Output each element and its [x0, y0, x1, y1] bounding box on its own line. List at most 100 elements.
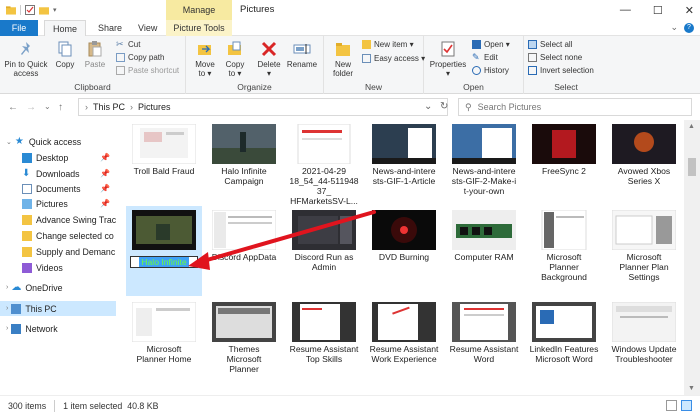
- file-tile[interactable]: Windows Update Troubleshooter: [606, 298, 682, 388]
- search-box[interactable]: ⚲ Search Pictures: [458, 98, 692, 116]
- copy-to-button[interactable]: Copy to ▾: [222, 40, 248, 78]
- expand-chevron-icon[interactable]: ⌄: [6, 138, 12, 146]
- file-tile[interactable]: News-and-intere sts-GIF-2-Make-i t-your-…: [446, 120, 522, 210]
- file-tile[interactable]: Resume Assistant Work Experience: [366, 298, 442, 388]
- thumbnail-image: [372, 124, 436, 164]
- file-tile[interactable]: Resume Assistant Word: [446, 298, 522, 388]
- scroll-up-icon[interactable]: ▲: [688, 123, 695, 130]
- breadcrumb-this-pc[interactable]: This PC: [93, 102, 125, 112]
- select-none-icon: [528, 53, 537, 62]
- delete-button[interactable]: Delete ▾: [256, 40, 282, 78]
- invert-selection-button[interactable]: Invert selection: [528, 66, 594, 75]
- file-tile[interactable]: Discord Run as Admin: [286, 206, 362, 296]
- edit-button[interactable]: ✎ Edit: [472, 53, 498, 63]
- file-tile[interactable]: News-and-intere sts-GIF-1-Article: [366, 120, 442, 210]
- address-box[interactable]: › This PC › Pictures: [78, 98, 448, 116]
- thumbnail-image: [292, 210, 356, 250]
- properties-check-icon[interactable]: [25, 5, 35, 15]
- nav-item-change-selected[interactable]: Change selected co: [0, 228, 116, 243]
- pin-icon: [21, 42, 30, 55]
- expand-chevron-icon[interactable]: ›: [6, 325, 8, 332]
- file-tile[interactable]: Microsoft Planner Home: [126, 298, 202, 388]
- expand-chevron-icon[interactable]: ›: [6, 305, 8, 312]
- scrollbar-thumb[interactable]: [688, 158, 696, 176]
- copy-button[interactable]: Copy: [52, 40, 78, 69]
- select-all-button[interactable]: Select all: [528, 40, 572, 49]
- file-tile[interactable]: Avowed Xbos Series X: [606, 120, 682, 210]
- move-to-button[interactable]: Move to ▾: [192, 40, 218, 78]
- expand-chevron-icon[interactable]: ›: [6, 284, 8, 291]
- cut-button[interactable]: ✂ Cut: [116, 40, 140, 50]
- tab-share[interactable]: Share: [90, 20, 130, 36]
- file-tile-selected[interactable]: Halo Infinite: [126, 206, 202, 296]
- file-tile[interactable]: Microsoft Planner Plan Settings: [606, 206, 682, 296]
- file-tile[interactable]: Discord AppData: [206, 206, 282, 296]
- help-icon[interactable]: ?: [684, 23, 694, 33]
- new-folder-button[interactable]: New folder: [330, 40, 356, 78]
- file-tile[interactable]: Troll Bald Fraud: [126, 120, 202, 210]
- new-item-button[interactable]: New item ▾: [362, 40, 414, 49]
- file-name: LinkedIn Features Microsoft Word: [529, 344, 599, 364]
- tab-home[interactable]: Home: [44, 20, 87, 37]
- file-tile[interactable]: Themes Microsoft Planner: [206, 298, 282, 388]
- large-icons-view-icon[interactable]: [681, 400, 692, 411]
- details-view-icon[interactable]: [666, 400, 677, 411]
- breadcrumb-pictures[interactable]: Pictures: [138, 102, 171, 112]
- address-dropdown-icon[interactable]: ⌄: [424, 101, 432, 112]
- recent-dropdown-icon[interactable]: ⌄: [44, 102, 51, 111]
- nav-item-pictures[interactable]: Pictures 📌: [0, 196, 116, 211]
- close-button[interactable]: ✕: [685, 4, 694, 17]
- file-tile[interactable]: DVD Burning: [366, 206, 442, 296]
- paste-shortcut-button[interactable]: Paste shortcut: [116, 66, 179, 75]
- tab-picture-tools[interactable]: Picture Tools: [166, 20, 232, 36]
- scroll-down-icon[interactable]: ▼: [688, 385, 695, 392]
- refresh-icon[interactable]: ↻: [440, 101, 448, 112]
- search-input[interactable]: Search Pictures: [478, 102, 542, 112]
- ribbon-collapse-icon[interactable]: ⌄: [670, 22, 678, 33]
- file-tile[interactable]: Halo Infinite Campaign: [206, 120, 282, 210]
- file-tile[interactable]: Computer RAM: [446, 206, 522, 296]
- nav-item-videos[interactable]: Videos: [0, 260, 116, 275]
- file-tile[interactable]: 2021-04-29 18_54_44-511948 37_ HFMarkets…: [286, 120, 362, 210]
- file-name: News-and-intere sts-GIF-1-Article: [372, 166, 436, 186]
- maximize-button[interactable]: ☐: [653, 4, 663, 17]
- vertical-scrollbar[interactable]: ▲ ▼: [684, 120, 700, 395]
- minimize-button[interactable]: —: [620, 4, 631, 16]
- file-tile[interactable]: LinkedIn Features Microsoft Word: [526, 298, 602, 388]
- nav-onedrive[interactable]: › ☁ OneDrive: [0, 280, 116, 295]
- thumbnail-image: [612, 302, 676, 342]
- copy-path-button[interactable]: Copy path: [116, 53, 164, 62]
- file-tile[interactable]: FreeSync 2: [526, 120, 602, 210]
- thumbnail-image: [612, 210, 676, 250]
- nav-quick-access[interactable]: ⌄ ★ Quick access: [0, 134, 116, 149]
- open-button[interactable]: Open ▾: [472, 40, 510, 49]
- properties-button[interactable]: Properties ▾: [428, 40, 468, 78]
- select-none-button[interactable]: Select none: [528, 53, 582, 62]
- nav-item-desktop[interactable]: Desktop 📌: [0, 150, 116, 165]
- new-folder-small-icon[interactable]: [39, 5, 49, 15]
- nav-item-documents[interactable]: Documents 📌: [0, 181, 116, 196]
- file-tile[interactable]: Microsoft Planner Background: [526, 206, 602, 296]
- tab-file[interactable]: File: [0, 20, 38, 36]
- nav-item-advance-swing[interactable]: Advance Swing Trac: [0, 212, 116, 227]
- file-name: Windows Update Troubleshooter: [611, 344, 677, 364]
- qat-dropdown-icon[interactable]: ▾: [53, 6, 57, 14]
- nav-network[interactable]: › Network: [0, 321, 116, 336]
- rename-button[interactable]: Rename: [286, 40, 318, 69]
- tab-view[interactable]: View: [130, 20, 165, 36]
- history-button[interactable]: History: [472, 66, 509, 75]
- nav-item-supply-demand[interactable]: Supply and Demanc: [0, 244, 116, 259]
- nav-this-pc[interactable]: › This PC: [0, 301, 116, 316]
- up-arrow-icon[interactable]: ↑: [58, 102, 63, 113]
- file-tile[interactable]: Resume Assistant Top Skills: [286, 298, 362, 388]
- status-bar: 300 items 1 item selected 40.8 KB: [0, 395, 700, 415]
- rename-input[interactable]: Halo Infinite: [130, 256, 198, 268]
- paste-button[interactable]: Paste: [82, 40, 108, 69]
- nav-item-downloads[interactable]: ⬇ Downloads 📌: [0, 166, 116, 181]
- video-icon: [22, 262, 32, 273]
- forward-arrow-icon[interactable]: →: [26, 102, 36, 113]
- back-arrow-icon[interactable]: ←: [8, 102, 18, 113]
- history-icon: [472, 66, 481, 75]
- easy-access-button[interactable]: Easy access ▾: [362, 54, 425, 63]
- pin-quick-access-button[interactable]: Pin to Quick access: [4, 40, 48, 78]
